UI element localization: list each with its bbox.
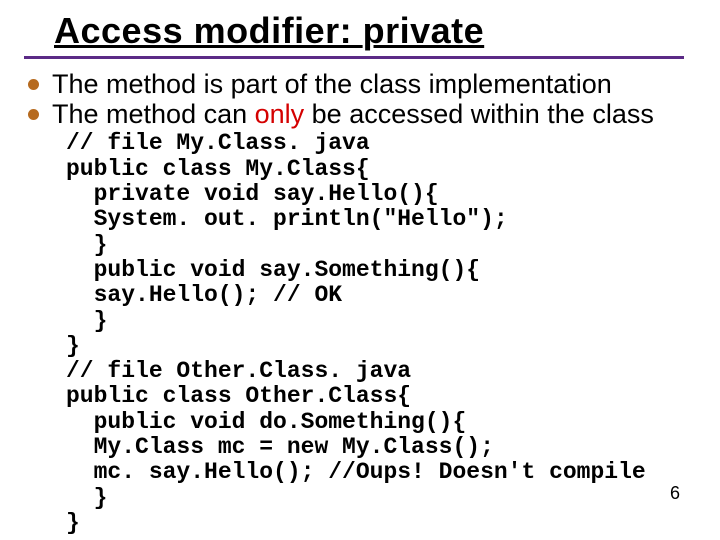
code-line: public void do.Something(){	[66, 409, 466, 435]
page-number: 6	[670, 483, 680, 504]
code-line: My.Class mc = new My.Class();	[66, 434, 494, 460]
code-line: // file Other.Class. java	[66, 358, 411, 384]
code-line: // file My.Class. java	[66, 130, 370, 156]
code-line: public void say.Something(){	[66, 257, 480, 283]
bullet-text-pre: The method can	[52, 99, 255, 129]
bullet-item: The method is part of the class implemen…	[24, 69, 696, 99]
title-prefix: Access modifier:	[54, 10, 363, 51]
bullet-list: The method is part of the class implemen…	[24, 69, 696, 129]
code-line: say.Hello(); // OK	[66, 282, 342, 308]
code-line: }	[66, 510, 80, 536]
slide: Access modifier: private The method is p…	[0, 0, 720, 540]
code-line: }	[66, 333, 80, 359]
title-keyword: private	[363, 10, 485, 51]
bullet-item: The method can only be accessed within t…	[24, 99, 696, 129]
code-line: }	[66, 485, 107, 511]
bullet-text-emphasis: only	[255, 99, 305, 129]
code-line: mc. say.Hello(); //Oups! Doesn't compile	[66, 459, 646, 485]
code-line: private void say.Hello(){	[66, 181, 439, 207]
code-line: public class Other.Class{	[66, 383, 411, 409]
code-line: public class My.Class{	[66, 156, 370, 182]
code-line: }	[66, 232, 107, 258]
code-line: System. out. println("Hello");	[66, 206, 508, 232]
title-divider	[24, 56, 684, 59]
bullet-text: The method is part of the class implemen…	[52, 69, 612, 99]
code-line: }	[66, 308, 107, 334]
slide-title: Access modifier: private	[54, 10, 696, 52]
bullet-text-post: be accessed within the class	[304, 99, 654, 129]
code-block: // file My.Class. java public class My.C…	[66, 131, 696, 536]
